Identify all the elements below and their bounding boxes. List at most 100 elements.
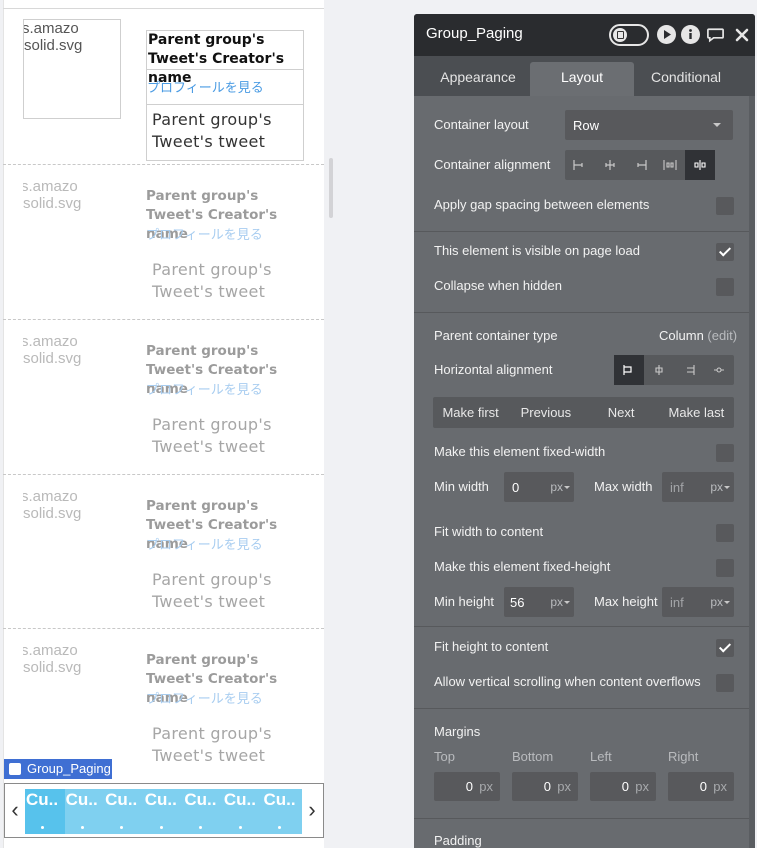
max-width-unit[interactable]: px [710,480,723,494]
close-icon[interactable] [732,25,751,44]
view-profile-link[interactable]: プロフィールを見る [146,69,304,105]
tweet-card[interactable]: s.amazo solid.svg Parent group's Tweet's… [3,164,324,319]
tweet-text: Parent group's Tweet's tweet [152,570,272,611]
horizontal-alignment-group [614,355,734,385]
selected-element-tag[interactable]: Group_Paging [4,759,112,779]
gap-spacing-checkbox[interactable] [716,197,734,215]
avatar-alt-text: s.amazo [23,178,78,195]
container-alignment-group [565,150,715,180]
tweet-card[interactable]: s.amazo solid.svg Parent group's Tweet's… [3,9,324,164]
group-paging[interactable]: ‹ Cu.. Cu.. Cu.. Cu.. Cu.. Cu.. Cu.. › [4,783,324,838]
align-center-icon[interactable] [595,150,625,180]
page-item-label: Cu.. [144,790,177,809]
align-right-icon[interactable] [625,150,655,180]
comment-icon[interactable] [706,25,725,44]
margin-top-unit: px [479,779,493,794]
view-profile-link[interactable]: プロフィールを見る [146,224,263,243]
tweet-card[interactable]: s.amazo solid.svg Parent group's Tweet's… [3,319,324,474]
avatar-alt-text: solid.svg [24,37,83,54]
editor-canvas: s.amazo solid.svg Parent group's Tweet's… [0,0,335,848]
page-dot [41,826,44,829]
page-item[interactable]: Cu.. [144,789,184,834]
collapse-hidden-label: Collapse when hidden [434,278,562,293]
visible-on-load-checkbox[interactable] [716,243,734,261]
element-order-controls: Make first Previous Next Make last [433,397,734,428]
page-item[interactable]: Cu.. [223,789,263,834]
paging-prev-arrow[interactable]: ‹ [6,796,24,824]
fit-height-checkbox[interactable] [716,639,734,657]
page-item[interactable]: Cu.. [25,789,65,834]
max-height-placeholder: inf [670,595,684,610]
page-item-label: Cu.. [105,790,138,809]
avatar-alt-text: solid.svg [23,195,82,212]
fit-width-checkbox[interactable] [716,524,734,542]
space-between-icon[interactable] [655,150,685,180]
margin-right-input[interactable]: 0 px [668,772,734,801]
align-right-icon[interactable] [674,355,704,385]
fixed-height-checkbox[interactable] [716,559,734,577]
vertical-scroll-checkbox[interactable] [716,674,734,692]
tab-appearance[interactable]: Appearance [426,62,530,96]
info-icon[interactable] [681,25,700,44]
element-checkbox-icon [9,763,21,775]
fixed-width-checkbox[interactable] [716,444,734,462]
page-item[interactable]: Cu.. [262,789,302,834]
min-width-unit[interactable]: px [550,480,563,494]
align-left-icon[interactable] [565,150,595,180]
space-around-icon[interactable] [685,150,715,180]
margin-bottom-input[interactable]: 0 px [512,772,578,801]
layout-settings: Container layout Row Container alignment… [414,96,749,848]
margin-left-input[interactable]: 0 px [590,772,656,801]
collapse-hidden-checkbox[interactable] [716,278,734,296]
tweet-card[interactable]: s.amazo solid.svg Parent group's Tweet's… [3,474,324,629]
page-item[interactable]: Cu.. [104,789,144,834]
canvas-scrollbar[interactable] [329,158,333,218]
panel-scrollbar[interactable] [749,96,755,848]
max-width-input[interactable]: inf px [662,472,734,502]
min-height-input[interactable]: 56 px [504,587,574,617]
play-icon[interactable] [657,25,676,44]
section-divider [414,818,749,819]
margins-title: Margins [434,724,481,739]
align-center-dot-icon[interactable] [704,355,734,385]
parent-container-edit-link[interactable]: (edit) [707,328,737,343]
margin-right-value: 0 [699,779,707,794]
chevron-down-icon [724,486,730,489]
min-height-unit[interactable]: px [550,595,563,609]
page-dot [278,826,282,829]
view-profile-link[interactable]: プロフィールを見る [146,379,263,398]
tweet-text: Parent group's Tweet's tweet [152,260,272,301]
align-center-icon[interactable] [644,355,674,385]
margin-top-input[interactable]: 0 px [434,772,500,801]
min-width-input[interactable]: 0 px [504,472,574,502]
max-height-unit[interactable]: px [710,595,723,609]
min-width-label: Min width [434,479,489,494]
page-item[interactable]: Cu.. [65,789,105,834]
padding-title: Padding [434,833,482,848]
margin-bottom-label: Bottom [512,749,554,764]
tab-conditional[interactable]: Conditional [636,62,736,96]
parent-container-value: Column (edit) [659,328,737,343]
next-button[interactable]: Next [584,397,659,428]
page-item-label: Cu.. [223,790,256,809]
max-height-input[interactable]: inf px [662,587,734,617]
page-dot [120,826,124,829]
panel-title[interactable]: Group_Paging [426,25,523,42]
align-left-icon[interactable] [614,355,644,385]
previous-button[interactable]: Previous [508,397,583,428]
preview-toggle[interactable] [609,24,649,46]
view-profile-link[interactable]: プロフィールを見る [146,534,263,553]
tab-layout[interactable]: Layout [530,62,634,96]
page-dot [238,826,242,829]
make-first-button[interactable]: Make first [433,397,508,428]
fit-height-label: Fit height to content [434,639,549,654]
make-last-button[interactable]: Make last [659,397,734,428]
paging-items: Cu.. Cu.. Cu.. Cu.. Cu.. Cu.. Cu.. [25,789,302,834]
paging-next-arrow[interactable]: › [303,796,321,824]
page-item[interactable]: Cu.. [183,789,223,834]
avatar-image: s.amazo solid.svg [23,178,121,278]
container-layout-dropdown[interactable]: Row [565,110,733,140]
fit-width-label: Fit width to content [434,524,544,539]
view-profile-link[interactable]: プロフィールを見る [146,688,263,707]
avatar-image: s.amazo solid.svg [23,333,121,433]
